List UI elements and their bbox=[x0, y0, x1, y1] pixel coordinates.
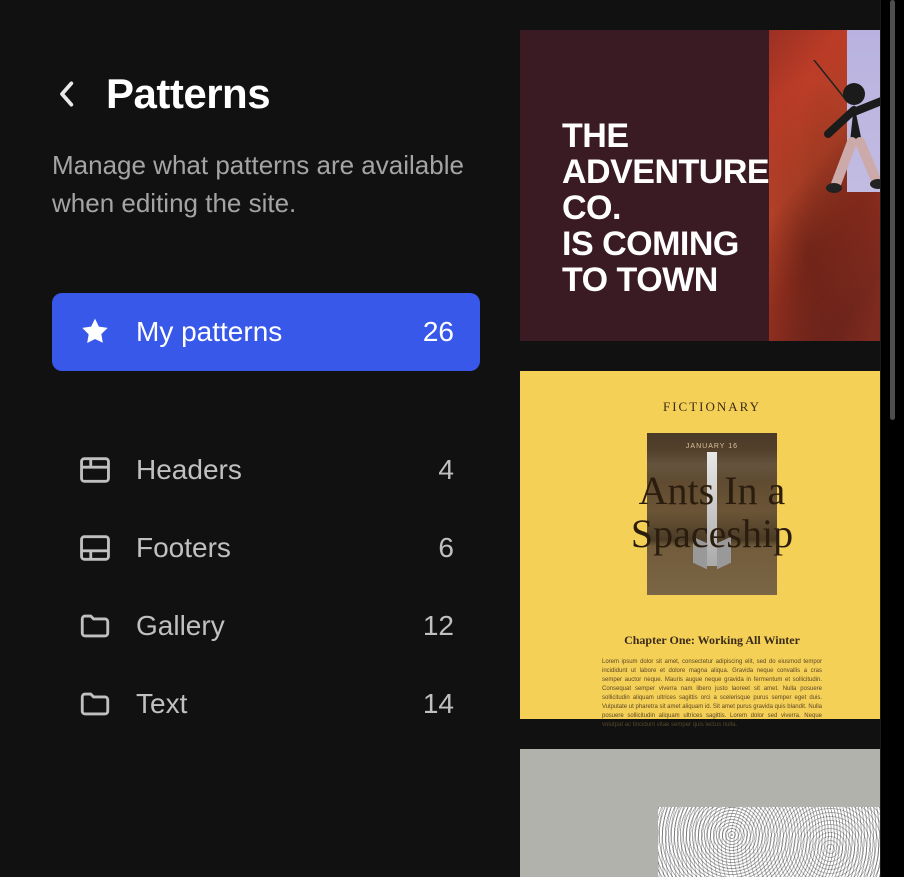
chevron-left-icon bbox=[58, 80, 74, 108]
folder-icon bbox=[78, 687, 112, 721]
page-title: Patterns bbox=[106, 70, 270, 118]
vertical-scrollbar[interactable] bbox=[880, 0, 904, 877]
back-button[interactable] bbox=[52, 80, 80, 108]
category-label: Text bbox=[136, 688, 423, 720]
card-chapter: Chapter One: Working All Winter bbox=[624, 633, 800, 648]
category-count: 26 bbox=[423, 316, 454, 348]
pattern-preview-list[interactable]: THE ADVENTURE CO. IS COMING TO TOWN bbox=[520, 0, 904, 877]
title-line: TO TOWN bbox=[562, 262, 769, 298]
pattern-card-adventure[interactable]: THE ADVENTURE CO. IS COMING TO TOWN bbox=[520, 30, 904, 341]
category-count: 6 bbox=[438, 532, 454, 564]
title-line: ADVENTURE bbox=[562, 154, 769, 190]
category-count: 4 bbox=[438, 454, 454, 486]
pattern-card-mono[interactable] bbox=[520, 749, 904, 877]
category-label: My patterns bbox=[136, 316, 423, 348]
category-label: Headers bbox=[136, 454, 438, 486]
folder-icon bbox=[78, 609, 112, 643]
pattern-card-title: THE ADVENTURE CO. IS COMING TO TOWN bbox=[562, 118, 769, 298]
card-brand: FICTIONARY bbox=[663, 399, 761, 415]
card-body-text: Lorem ipsum dolor sit amet, consectetur … bbox=[602, 658, 822, 730]
patterns-sidebar: Patterns Manage what patterns are availa… bbox=[0, 0, 520, 877]
footer-icon bbox=[78, 531, 112, 565]
title-line: CO. bbox=[562, 190, 769, 226]
category-divider bbox=[52, 371, 480, 431]
category-footers[interactable]: Footers 6 bbox=[52, 509, 480, 587]
title-line: THE bbox=[562, 118, 769, 154]
scrollbar-thumb[interactable] bbox=[890, 0, 895, 420]
pattern-card-image bbox=[658, 807, 904, 877]
category-label: Footers bbox=[136, 532, 438, 564]
pattern-card-fictionary[interactable]: FICTIONARY JANUARY 16 Ants In a Spaceshi… bbox=[520, 371, 904, 719]
category-count: 12 bbox=[423, 610, 454, 642]
category-label: Gallery bbox=[136, 610, 423, 642]
category-gallery[interactable]: Gallery 12 bbox=[52, 587, 480, 665]
page-description: Manage what patterns are available when … bbox=[52, 146, 480, 223]
header-icon bbox=[78, 453, 112, 487]
card-title: Ants In a Spaceship bbox=[582, 469, 842, 555]
star-icon bbox=[78, 315, 112, 349]
category-headers[interactable]: Headers 4 bbox=[52, 431, 480, 509]
category-text[interactable]: Text 14 bbox=[52, 665, 480, 743]
category-count: 14 bbox=[423, 688, 454, 720]
title-line: IS COMING bbox=[562, 226, 769, 262]
category-my-patterns[interactable]: My patterns 26 bbox=[52, 293, 480, 371]
card-date: JANUARY 16 bbox=[647, 443, 777, 450]
